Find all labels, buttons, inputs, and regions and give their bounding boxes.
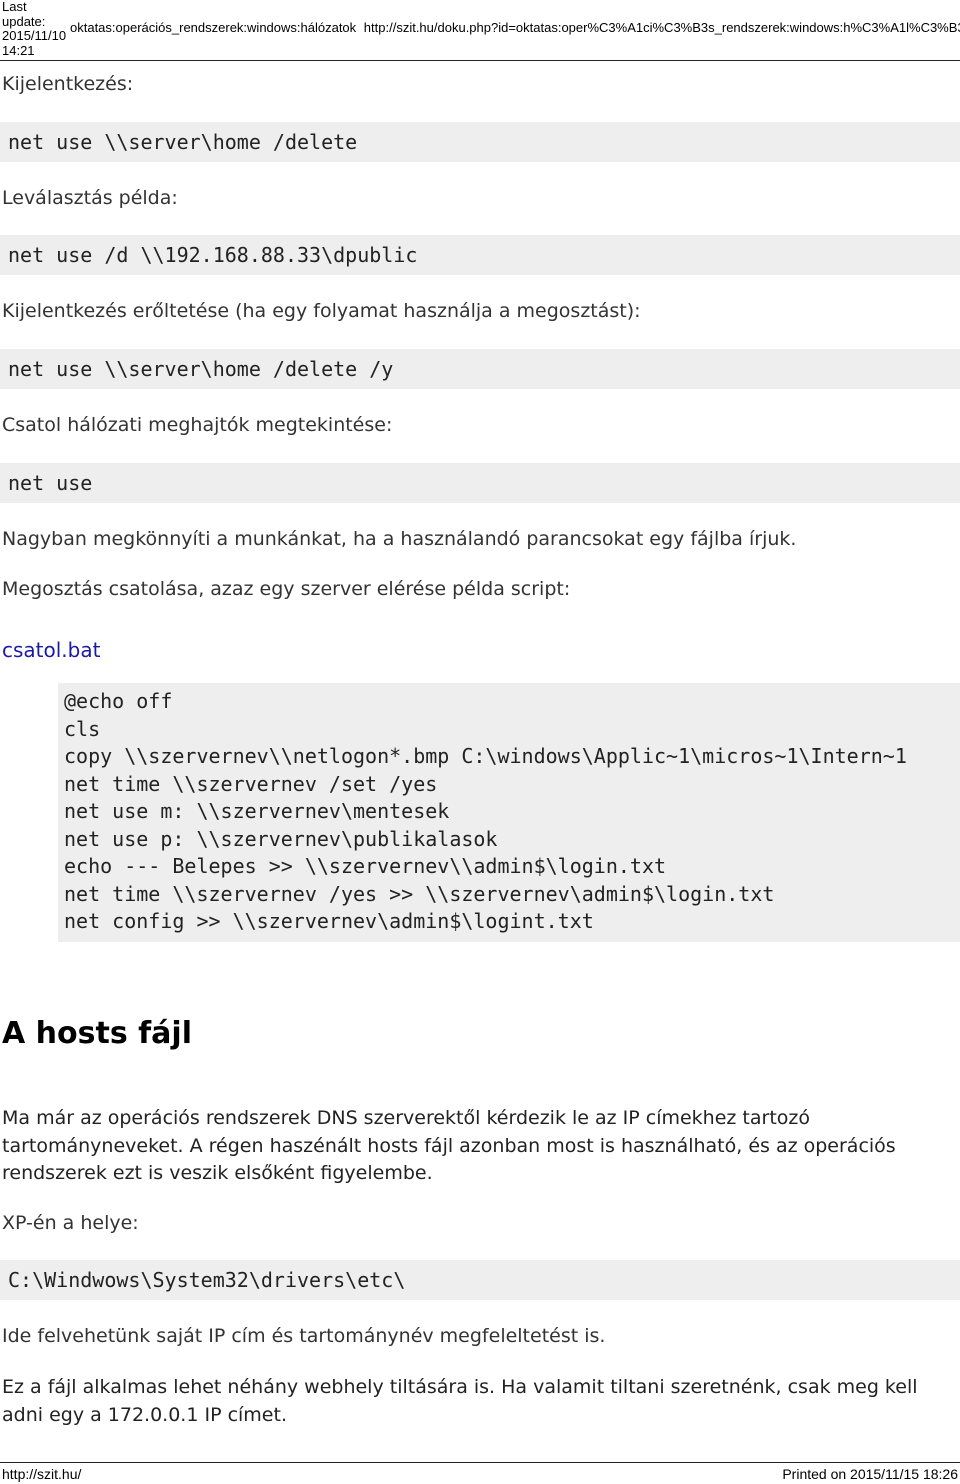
script-line: copy \\szervernev\\netlogon*.bmp C:\wind… bbox=[64, 744, 907, 768]
page-header: Last update: 2015/11/10 14:21 oktatas:op… bbox=[0, 0, 960, 61]
logout-code: net use \\server\home /delete bbox=[0, 122, 960, 162]
script-file-link[interactable]: csatol.bat bbox=[2, 638, 100, 662]
last-update-date: 2015/11/10 bbox=[2, 28, 67, 43]
xp-path-code: C:\Windwows\System32\drivers\etc\ bbox=[0, 1260, 960, 1300]
xp-label: XP-én a helye: bbox=[2, 1212, 139, 1234]
block-text: Ez a fájl alkalmas lehet néhány webhely … bbox=[2, 1376, 918, 1426]
disconnect-label: Leválasztás példa: bbox=[2, 187, 178, 209]
hosts-paragraph: Ma már az operációs rendszerek DNS szerv… bbox=[2, 1107, 896, 1184]
logout-label: Kijelentkezés: bbox=[2, 73, 134, 95]
page-footer: http://szit.hu/ Printed on 2015/11/15 18… bbox=[0, 1462, 960, 1484]
script-code-block: @echo off cls copy \\szervernev\\netlogo… bbox=[58, 683, 960, 942]
script-line: echo --- Belepes >> \\szervernev\\admin$… bbox=[64, 854, 667, 878]
script-intro: Megosztás csatolása, azaz egy szerver el… bbox=[2, 578, 571, 600]
footer-printed: Printed on 2015/11/15 18:26 bbox=[782, 1466, 958, 1482]
page-id: oktatas:operációs_rendszerek:windows:hál… bbox=[70, 20, 357, 35]
view-drives-label: Csatol hálózati meghajtók megtekintése: bbox=[2, 414, 393, 436]
script-line: net time \\szervernev /set /yes bbox=[64, 771, 438, 796]
script-line: net config >> \\szervernev\admin$\logint… bbox=[64, 909, 594, 933]
last-update-time: 14:21 bbox=[2, 42, 35, 58]
footer-site: http://szit.hu/ bbox=[2, 1466, 82, 1482]
last-update-label: Last update: bbox=[2, 0, 46, 29]
script-line: @echo off bbox=[64, 689, 173, 713]
disconnect-code: net use /d \\192.168.88.33\dpublic bbox=[0, 235, 960, 275]
last-update-info: Last update: 2015/11/10 14:21 bbox=[2, 0, 68, 58]
script-line: net use m: \\szervernev\mentesek bbox=[64, 799, 450, 823]
page-location: oktatas:operációs_rendszerek:windows:hál… bbox=[70, 20, 960, 35]
page-url: http://szit.hu/doku.php?id=oktatas:oper%… bbox=[363, 20, 960, 35]
force-logout-label: Kijelentkezés erőltetése (ha egy folyama… bbox=[2, 300, 641, 322]
hosts-heading: A hosts fájl bbox=[2, 1016, 192, 1051]
view-drives-code: net use bbox=[0, 463, 960, 503]
force-logout-code: net use \\server\home /delete /y bbox=[0, 349, 960, 389]
script-line: net use p: \\szervernev\publikalasok bbox=[64, 826, 498, 851]
tip-text: Nagyban megkönnyíti a munkánkat, ha a ha… bbox=[2, 528, 797, 550]
ip-text: Ide felvehetünk saját IP cím és tartomán… bbox=[2, 1325, 606, 1347]
script-line: cls bbox=[64, 716, 101, 741]
script-line: net time \\szervernev /yes >> \\szervern… bbox=[64, 881, 775, 906]
